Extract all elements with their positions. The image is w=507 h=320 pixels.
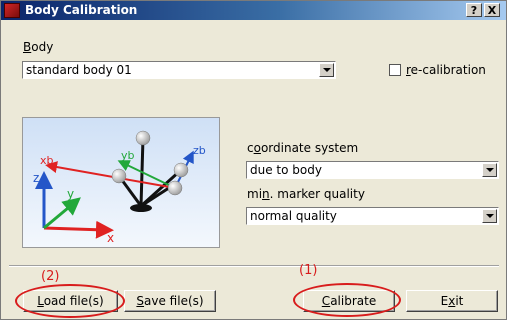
marker-ball (167, 180, 183, 196)
save-files-rest: ave file(s) (144, 294, 204, 308)
calibrate-button[interactable]: Calibrate (303, 290, 395, 312)
save-files-accel: S (136, 294, 145, 308)
recalibration-label[interactable]: re-calibration (406, 63, 486, 77)
marker-quality-select[interactable]: normal quality (246, 207, 499, 225)
annotation-label-calibrate: (1) (299, 263, 318, 278)
coordinate-system-label: coordinate system (247, 141, 358, 155)
marker-quality-label-prefix: mi (247, 187, 263, 201)
body-calibration-dialog: Body Calibration ? X Body standard body … (0, 0, 507, 320)
coordinate-system-label-rest: ordinate system (260, 141, 359, 155)
marker-ball (111, 168, 127, 184)
x-axis-label: x (107, 231, 114, 245)
help-button[interactable]: ? (466, 3, 482, 17)
coordinate-system-label-accel: o (253, 141, 261, 155)
y-axis-label: y (67, 187, 74, 201)
xb-axis-label: xb (40, 154, 54, 167)
yb-axis-label: yb (121, 149, 135, 162)
coordinate-system-select[interactable]: due to body (246, 161, 499, 179)
marker-quality-label-rest: . marker quality (269, 187, 365, 201)
marker-ball (135, 130, 151, 146)
marker-quality-value: normal quality (250, 209, 337, 223)
coordinate-system-label-prefix: c (247, 141, 254, 155)
chevron-down-icon[interactable] (482, 209, 497, 223)
x-axis (43, 220, 114, 239)
chevron-down-icon[interactable] (482, 163, 497, 177)
save-files-button[interactable]: Save file(s) (124, 290, 216, 312)
annotation-label-load: (2) (41, 269, 60, 284)
body-label-rest: ody (31, 40, 54, 54)
calibrate-accel: C (321, 294, 331, 308)
calibrate-rest: alibrate (330, 294, 377, 308)
body-label-accel: B (23, 40, 32, 54)
recalibration-label-rest: e-calibration (410, 63, 486, 77)
body-label: Body (23, 40, 53, 54)
exit-button[interactable]: Exit (406, 290, 498, 312)
marker-quality-label: min. marker quality (247, 187, 365, 201)
body-illustration: xb yb zb z y x (22, 117, 220, 248)
window-title: Body Calibration (25, 3, 138, 17)
close-button[interactable]: X (484, 3, 500, 17)
title-bar[interactable]: Body Calibration ? X (1, 1, 506, 20)
marker-ball (173, 162, 189, 178)
body-select-value: standard body 01 (26, 63, 132, 77)
app-icon (4, 3, 20, 18)
exit-rest: it (455, 294, 464, 308)
load-files-rest: oad file(s) (43, 294, 104, 308)
z-axis-label: z (33, 171, 39, 185)
zb-axis-label: zb (193, 144, 206, 157)
body-select[interactable]: standard body 01 (22, 61, 336, 79)
body-illustration-image: xb yb zb z y x (23, 118, 219, 247)
recalibration-checkbox[interactable] (389, 64, 401, 76)
chevron-down-icon[interactable] (319, 63, 334, 77)
coordinate-system-value: due to body (250, 163, 322, 177)
divider (9, 265, 499, 267)
marker-quality-label-accel: n (262, 187, 270, 201)
load-files-button[interactable]: Load file(s) (23, 290, 118, 312)
